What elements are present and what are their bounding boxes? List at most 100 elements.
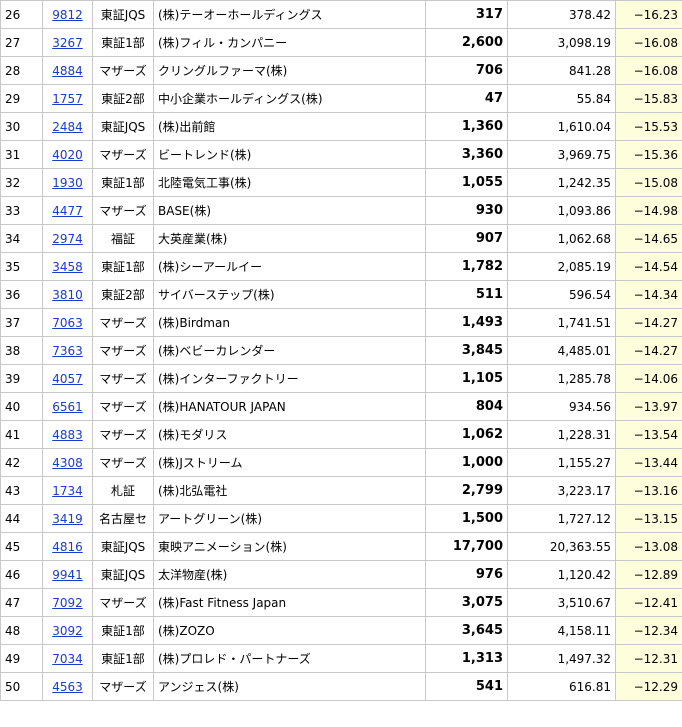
- rank-number-cell: 33: [0, 196, 43, 225]
- stock-code-link[interactable]: 6561: [52, 400, 83, 414]
- current-price-cell: 2,600: [425, 28, 508, 57]
- stock-code-link[interactable]: 2484: [52, 120, 83, 134]
- stock-code-link-cell[interactable]: 4308: [42, 448, 93, 477]
- stock-ranking-table: 26 9812 東証JQS (株)テーオーホールディングス 317 378.42 −16.2…: [0, 0, 682, 701]
- previous-value-cell: 4,485.01: [507, 336, 616, 365]
- change-percent-cell: −15.83: [615, 84, 682, 113]
- company-name-cell: (株)テーオーホールディングス: [153, 0, 426, 29]
- stock-code-link[interactable]: 1734: [52, 484, 83, 498]
- stock-code-link-cell[interactable]: 6561: [42, 392, 93, 421]
- stock-code-link-cell[interactable]: 3810: [42, 280, 93, 309]
- stock-code-link[interactable]: 4563: [52, 680, 83, 694]
- rank-number-cell: 31: [0, 140, 43, 169]
- stock-code-link[interactable]: 4057: [52, 372, 83, 386]
- market-label-cell: 東証1部: [92, 28, 154, 57]
- stock-code-link[interactable]: 9812: [52, 8, 83, 22]
- stock-code-link[interactable]: 7063: [52, 316, 83, 330]
- stock-code-link[interactable]: 4020: [52, 148, 83, 162]
- previous-value-cell: 1,285.78: [507, 364, 616, 393]
- stock-code-link[interactable]: 4308: [52, 456, 83, 470]
- stock-code-link[interactable]: 3092: [52, 624, 83, 638]
- stock-code-link-cell[interactable]: 3092: [42, 616, 93, 645]
- stock-code-link[interactable]: 4816: [52, 540, 83, 554]
- company-name-cell: 太洋物産(株): [153, 560, 426, 589]
- table-row: 31 4020 マザーズ ビートレンド(株) 3,360 3,969.75 −15.36: [0, 140, 682, 169]
- change-percent-cell: −15.36: [615, 140, 682, 169]
- market-label-cell: 東証JQS: [92, 112, 154, 141]
- stock-code-link-cell[interactable]: 4563: [42, 672, 93, 701]
- table-row: 26 9812 東証JQS (株)テーオーホールディングス 317 378.42 −16.2…: [0, 0, 682, 29]
- stock-code-link-cell[interactable]: 4883: [42, 420, 93, 449]
- stock-code-link-cell[interactable]: 1734: [42, 476, 93, 505]
- market-label-cell: 東証1部: [92, 644, 154, 673]
- stock-code-link-cell[interactable]: 2484: [42, 112, 93, 141]
- stock-code-link[interactable]: 3419: [52, 512, 83, 526]
- current-price-cell: 1,062: [425, 420, 508, 449]
- stock-code-link[interactable]: 7363: [52, 344, 83, 358]
- current-price-cell: 2,799: [425, 476, 508, 505]
- rank-number-cell: 27: [0, 28, 43, 57]
- table-row: 39 4057 マザーズ (株)インターファクトリー 1,105 1,285.78 −14.…: [0, 364, 682, 393]
- change-percent-cell: −14.27: [615, 336, 682, 365]
- company-name-cell: (株)ベビーカレンダー: [153, 336, 426, 365]
- stock-code-link-cell[interactable]: 9941: [42, 560, 93, 589]
- table-row: 32 1930 東証1部 北陸電気工事(株) 1,055 1,242.35 −15.08: [0, 168, 682, 197]
- table-row: 48 3092 東証1部 (株)ZOZO 3,645 4,158.11 −12.34: [0, 616, 682, 645]
- change-percent-cell: −12.29: [615, 672, 682, 701]
- stock-code-link-cell[interactable]: 7092: [42, 588, 93, 617]
- stock-code-link[interactable]: 4884: [52, 64, 83, 78]
- table-row: 36 3810 東証2部 サイバーステップ(株) 511 596.54 −14.34: [0, 280, 682, 309]
- stock-code-link[interactable]: 1757: [52, 92, 83, 106]
- rank-number-cell: 48: [0, 616, 43, 645]
- stock-code-link[interactable]: 2974: [52, 232, 83, 246]
- rank-number-cell: 40: [0, 392, 43, 421]
- market-label-cell: 東証2部: [92, 280, 154, 309]
- stock-code-link-cell[interactable]: 4816: [42, 532, 93, 561]
- change-percent-cell: −14.54: [615, 252, 682, 281]
- stock-code-link-cell[interactable]: 4477: [42, 196, 93, 225]
- company-name-cell: (株)モダリス: [153, 420, 426, 449]
- stock-code-link-cell[interactable]: 7363: [42, 336, 93, 365]
- current-price-cell: 17,700: [425, 532, 508, 561]
- stock-code-link[interactable]: 4477: [52, 204, 83, 218]
- stock-code-link-cell[interactable]: 1930: [42, 168, 93, 197]
- stock-code-link-cell[interactable]: 3419: [42, 504, 93, 533]
- current-price-cell: 3,845: [425, 336, 508, 365]
- stock-code-link-cell[interactable]: 4884: [42, 56, 93, 85]
- stock-code-link-cell[interactable]: 4057: [42, 364, 93, 393]
- market-label-cell: マザーズ: [92, 364, 154, 393]
- stock-code-link-cell[interactable]: 7034: [42, 644, 93, 673]
- stock-code-link-cell[interactable]: 9812: [42, 0, 93, 29]
- stock-code-link[interactable]: 3810: [52, 288, 83, 302]
- stock-code-link[interactable]: 3267: [52, 36, 83, 50]
- market-label-cell: マザーズ: [92, 308, 154, 337]
- stock-code-link-cell[interactable]: 1757: [42, 84, 93, 113]
- current-price-cell: 907: [425, 224, 508, 253]
- rank-number-cell: 28: [0, 56, 43, 85]
- table-row: 45 4816 東証JQS 東映アニメーション(株) 17,700 20,363.55 −1…: [0, 532, 682, 561]
- stock-code-link[interactable]: 7034: [52, 652, 83, 666]
- stock-code-link[interactable]: 3458: [52, 260, 83, 274]
- stock-code-link-cell[interactable]: 7063: [42, 308, 93, 337]
- rank-number-cell: 50: [0, 672, 43, 701]
- stock-code-link[interactable]: 9941: [52, 568, 83, 582]
- change-percent-cell: −12.31: [615, 644, 682, 673]
- stock-code-link-cell[interactable]: 3458: [42, 252, 93, 281]
- stock-code-link-cell[interactable]: 2974: [42, 224, 93, 253]
- company-name-cell: クリングルファーマ(株): [153, 56, 426, 85]
- change-percent-cell: −14.65: [615, 224, 682, 253]
- stock-code-link-cell[interactable]: 4020: [42, 140, 93, 169]
- stock-code-link[interactable]: 1930: [52, 176, 83, 190]
- stock-code-link-cell[interactable]: 3267: [42, 28, 93, 57]
- company-name-cell: (株)ZOZO: [153, 616, 426, 645]
- change-percent-cell: −15.53: [615, 112, 682, 141]
- market-label-cell: 東証JQS: [92, 560, 154, 589]
- rank-number-cell: 46: [0, 560, 43, 589]
- current-price-cell: 511: [425, 280, 508, 309]
- rank-number-cell: 37: [0, 308, 43, 337]
- market-label-cell: マザーズ: [92, 420, 154, 449]
- stock-code-link[interactable]: 7092: [52, 596, 83, 610]
- stock-code-link[interactable]: 4883: [52, 428, 83, 442]
- company-name-cell: (株)Birdman: [153, 308, 426, 337]
- table-row: 47 7092 マザーズ (株)Fast Fitness Japan 3,075 3,51…: [0, 588, 682, 617]
